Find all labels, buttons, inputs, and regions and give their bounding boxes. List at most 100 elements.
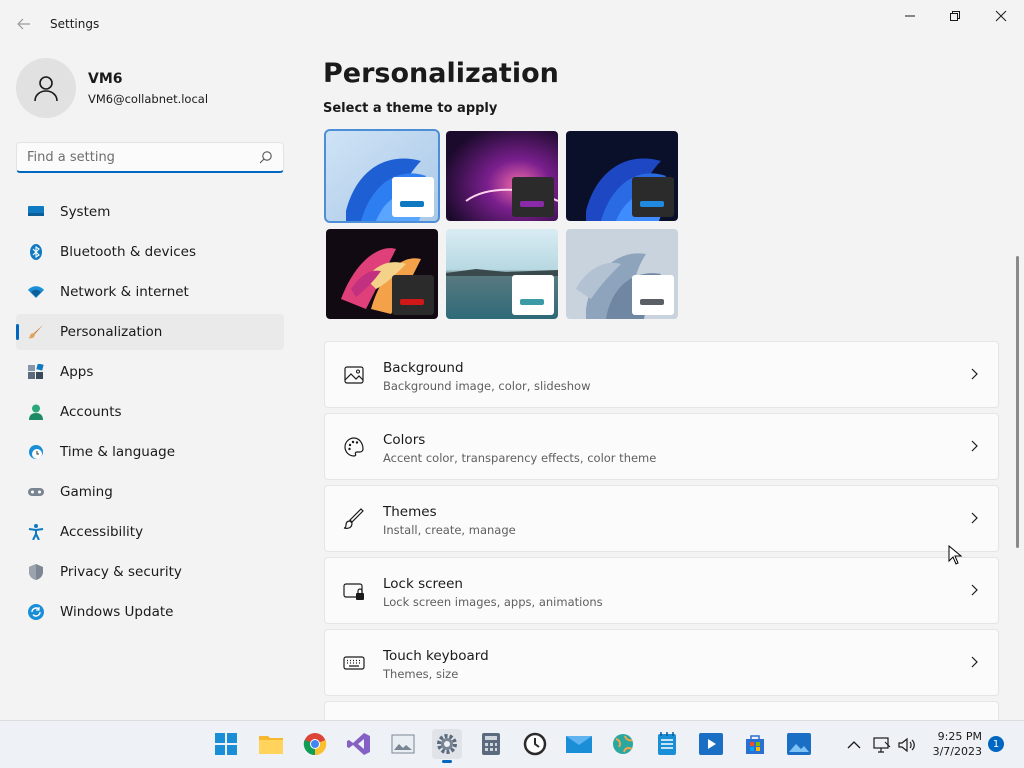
media-player-icon xyxy=(699,733,723,755)
network-icon xyxy=(873,737,891,753)
back-arrow-icon xyxy=(17,18,30,30)
avatar[interactable] xyxy=(16,58,76,118)
notepad-icon xyxy=(658,732,676,755)
lock-screen-icon xyxy=(343,583,364,600)
globe-clock-icon xyxy=(29,445,43,459)
accessibility-icon xyxy=(28,524,44,540)
taskbar xyxy=(0,720,1024,768)
store-icon xyxy=(746,735,764,754)
search-icon[interactable] xyxy=(259,150,273,164)
sidebar-item-accounts[interactable]: Accounts xyxy=(16,394,284,430)
card-description: Background image, color, slideshow xyxy=(383,379,591,393)
card-colors[interactable]: Colors Accent color, transparency effect… xyxy=(324,413,999,480)
sidebar-item-label: Personalization xyxy=(60,324,163,340)
windows-update-icon xyxy=(28,604,44,620)
taskbar-maps[interactable] xyxy=(608,729,638,759)
theme-preview xyxy=(512,275,554,315)
taskbar-settings[interactable] xyxy=(432,729,462,763)
back-button[interactable] xyxy=(12,12,36,36)
chevron-right-icon xyxy=(971,440,978,452)
sidebar-nav: System Bluetooth & devices Network & int… xyxy=(16,194,284,634)
search-input[interactable] xyxy=(17,143,253,171)
taskbar-clock[interactable] xyxy=(520,729,550,759)
taskbar-chrome[interactable] xyxy=(300,729,330,759)
restore-button[interactable] xyxy=(932,0,978,32)
minimize-button[interactable] xyxy=(887,0,933,32)
user-email: VM6@collabnet.local xyxy=(88,92,209,106)
sidebar-item-label: Gaming xyxy=(60,484,113,500)
bluetooth-icon xyxy=(30,244,42,260)
theme-flow[interactable] xyxy=(566,229,678,319)
chevron-right-icon xyxy=(971,368,978,380)
brush-icon xyxy=(343,508,364,529)
taskbar-store[interactable] xyxy=(740,729,770,759)
start-icon xyxy=(215,733,237,755)
sidebar-item-label: Accessibility xyxy=(60,524,144,540)
chrome-icon xyxy=(303,733,327,756)
clock-date[interactable]: 3/7/2023 xyxy=(922,745,982,758)
sidebar-item-personalization[interactable]: Personalization xyxy=(16,314,284,350)
theme-windows-dark[interactable] xyxy=(566,131,678,221)
maps-icon xyxy=(613,734,633,754)
card-lock-screen[interactable]: Lock screen Lock screen images, apps, an… xyxy=(324,557,999,624)
card-partial[interactable] xyxy=(324,701,999,720)
sidebar-item-accessibility[interactable]: Accessibility xyxy=(16,514,284,550)
card-themes[interactable]: Themes Install, create, manage xyxy=(324,485,999,552)
sidebar-item-privacy[interactable]: Privacy & security xyxy=(16,554,284,590)
show-hidden-icons-button[interactable] xyxy=(844,735,864,755)
sidebar-item-label: Apps xyxy=(60,364,94,380)
photos-icon xyxy=(391,734,415,754)
sidebar-item-label: Accounts xyxy=(60,404,122,420)
taskbar-calculator[interactable] xyxy=(476,729,506,759)
app-title: Settings xyxy=(50,17,100,31)
network-tray-button[interactable] xyxy=(872,735,892,755)
chevron-up-icon xyxy=(847,741,861,749)
card-background[interactable]: Background Background image, color, slid… xyxy=(324,341,999,408)
mouse-cursor-icon xyxy=(948,545,962,565)
card-title: Colors xyxy=(383,432,426,448)
calculator-icon xyxy=(482,733,500,755)
sidebar-item-bluetooth[interactable]: Bluetooth & devices xyxy=(16,234,284,270)
scrollbar[interactable] xyxy=(1016,256,1019,548)
card-title: Touch keyboard xyxy=(383,648,489,664)
start-button[interactable] xyxy=(211,729,241,759)
sidebar-item-network[interactable]: Network & internet xyxy=(16,274,284,310)
card-touch-keyboard[interactable]: Touch keyboard Themes, size xyxy=(324,629,999,696)
clock-time[interactable]: 9:25 PM xyxy=(930,730,982,743)
settings-icon xyxy=(437,734,457,754)
sidebar-item-label: System xyxy=(60,204,111,220)
theme-windows-light[interactable] xyxy=(324,129,440,223)
sidebar-item-label: Windows Update xyxy=(60,604,174,620)
chevron-right-icon xyxy=(971,584,978,596)
taskbar-visual-studio[interactable] xyxy=(344,729,374,759)
taskbar-media-player[interactable] xyxy=(696,729,726,759)
volume-icon xyxy=(898,737,915,753)
taskbar-photos[interactable] xyxy=(388,729,418,759)
taskbar-mail[interactable] xyxy=(564,729,594,759)
close-button[interactable] xyxy=(978,0,1024,32)
photos-app-icon xyxy=(787,733,811,755)
gamepad-icon xyxy=(28,488,44,496)
volume-tray-button[interactable] xyxy=(897,735,917,755)
sidebar-item-windows-update[interactable]: Windows Update xyxy=(16,594,284,630)
card-description: Lock screen images, apps, animations xyxy=(383,595,603,609)
theme-sunrise[interactable] xyxy=(446,229,558,319)
page-title: Personalization xyxy=(323,58,559,89)
apps-icon xyxy=(28,364,44,379)
search-box[interactable] xyxy=(16,142,284,173)
wifi-icon xyxy=(28,286,44,298)
theme-captured-motion[interactable] xyxy=(326,229,438,319)
theme-glow[interactable] xyxy=(446,131,558,221)
taskbar-notepad[interactable] xyxy=(652,729,682,759)
sidebar-item-gaming[interactable]: Gaming xyxy=(16,474,284,510)
sidebar-item-system[interactable]: System xyxy=(16,194,284,230)
theme-preview xyxy=(512,177,554,217)
taskbar-photos-app[interactable] xyxy=(784,729,814,759)
chevron-right-icon xyxy=(971,512,978,524)
user-icon xyxy=(34,76,58,102)
sidebar-item-label: Time & language xyxy=(60,444,176,460)
sidebar-item-apps[interactable]: Apps xyxy=(16,354,284,390)
sidebar-item-time-language[interactable]: Time & language xyxy=(16,434,284,470)
taskbar-file-explorer[interactable] xyxy=(256,729,286,759)
notification-badge[interactable]: 1 xyxy=(988,736,1004,752)
